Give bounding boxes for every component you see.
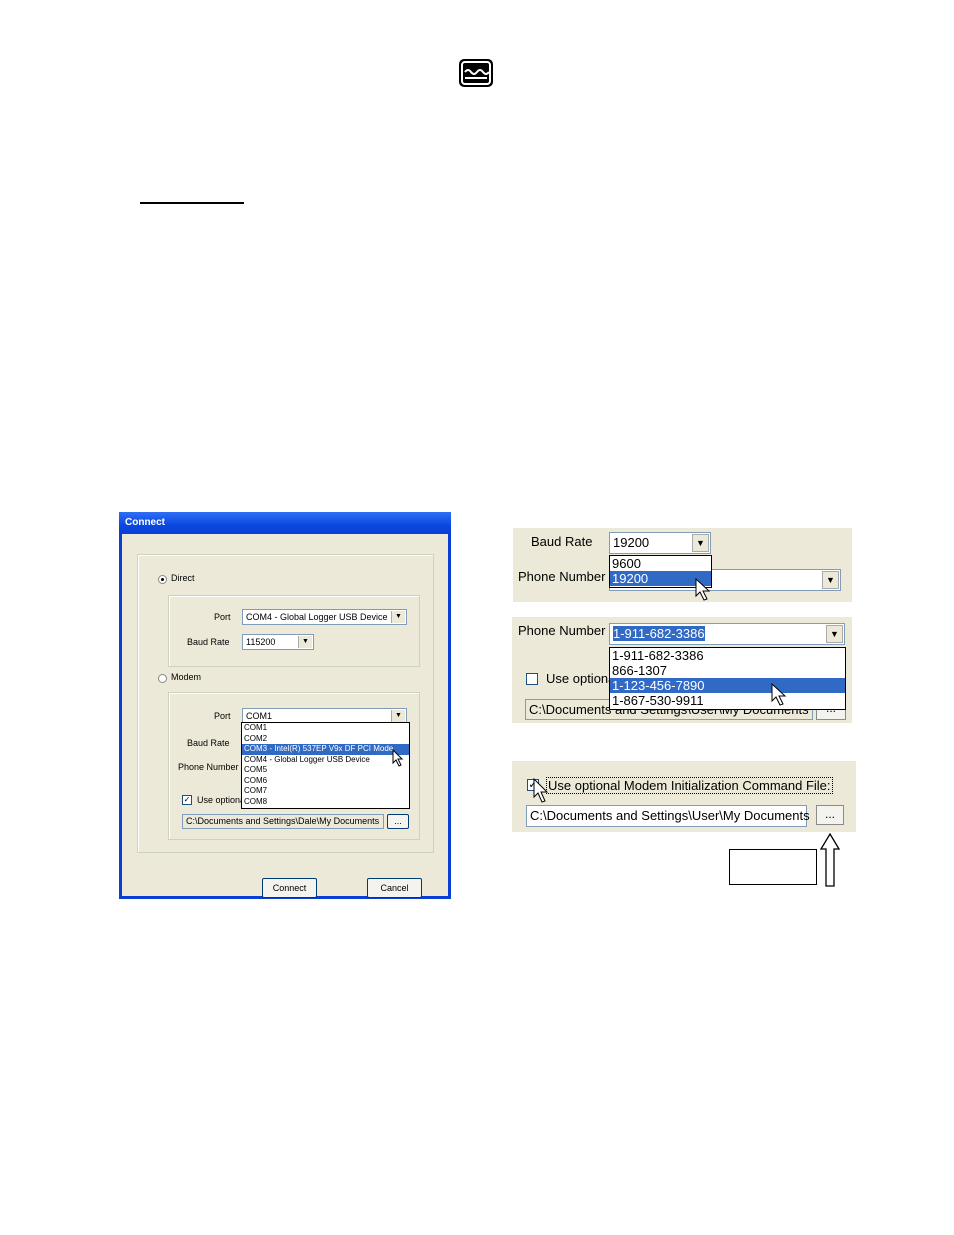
baud-rate-value: 19200 [613, 535, 650, 550]
cancel-button[interactable]: Cancel [367, 878, 422, 898]
phone-number-panel: Phone Number 1-911-682-3386 ▼ Use option… [512, 617, 852, 723]
modem-port-value: COM1 [246, 711, 273, 721]
direct-port-label: Port [214, 612, 231, 622]
list-item-selected[interactable]: 1-123-456-7890 [610, 678, 845, 693]
list-item[interactable]: COM7 [242, 786, 409, 797]
mouse-pointer-icon [533, 778, 549, 803]
list-item[interactable]: 866-1307 [610, 663, 845, 678]
direct-radio[interactable] [158, 575, 167, 584]
optional-label: Use optional [197, 795, 242, 805]
direct-group [168, 595, 420, 667]
phone-number-select[interactable]: 1-911-682-3386 ▼ [609, 623, 845, 645]
modem-path-field[interactable]: C:\Documents and Settings\Dale\My Docume… [182, 814, 384, 829]
baud-rate-label: Baud Rate [531, 534, 593, 549]
chevron-down-icon[interactable]: ▼ [822, 571, 839, 589]
direct-baud-label: Baud Rate [187, 637, 230, 647]
modem-browse-button[interactable]: ... [387, 814, 409, 829]
modem-path-value: C:\Documents and Settings\Dale\My Docume… [186, 816, 380, 826]
direct-label: Direct [171, 573, 195, 583]
modem-port-dropdown[interactable]: COM1 COM2 COM3 - Intel(R) 537EP V9x DF P… [241, 722, 410, 809]
dialog-title-bar: Connect [119, 512, 451, 534]
list-item[interactable]: COM6 [242, 776, 409, 787]
modem-baud-label: Baud Rate [187, 738, 230, 748]
list-item[interactable]: COM1 [242, 723, 409, 734]
init-path-field[interactable]: C:\Documents and Settings\User\My Docume… [526, 805, 810, 827]
connect-button[interactable]: Connect [262, 878, 317, 898]
baud-rate-panel: Baud Rate 19200 ▼ Phone Number ▼ 9600 19… [513, 528, 852, 602]
list-item[interactable]: 9600 [610, 556, 711, 571]
init-browse-button[interactable]: ... [816, 805, 844, 825]
list-item[interactable]: 1-911-682-3386 [610, 648, 845, 663]
water-wave-logo-icon [459, 59, 493, 87]
chevron-down-icon[interactable]: ▼ [298, 636, 312, 648]
init-file-panel: ✓ Use optional Modem Initialization Comm… [512, 761, 856, 832]
mouse-pointer-icon [771, 683, 787, 706]
modem-radio[interactable] [158, 674, 167, 683]
section-heading-underline [140, 202, 244, 204]
arrow-up-icon [820, 833, 840, 887]
direct-baud-value: 115200 [246, 637, 276, 647]
modem-port-label: Port [214, 711, 231, 721]
list-item[interactable]: COM8 [242, 797, 409, 808]
chevron-down-icon[interactable]: ▼ [391, 710, 405, 722]
chevron-down-icon[interactable]: ▼ [692, 534, 709, 552]
direct-baud-select[interactable]: 115200 ▼ [242, 634, 314, 650]
mouse-pointer-icon [392, 749, 404, 767]
phone-number-label: Phone Number [518, 569, 606, 584]
init-file-label: Use optional Modem Initialization Comman… [546, 777, 833, 794]
direct-port-select[interactable]: COM4 - Global Logger USB Device ▼ [242, 609, 407, 625]
mouse-pointer-icon [695, 578, 711, 601]
dialog-body: Direct Port COM4 - Global Logger USB Dev… [122, 534, 448, 898]
phone-number-value: 1-911-682-3386 [613, 626, 705, 641]
modem-phone-label: Phone Number [178, 762, 239, 772]
baud-rate-select[interactable]: 19200 ▼ [609, 532, 711, 554]
optional-checkbox[interactable] [526, 673, 538, 685]
list-item[interactable]: COM2 [242, 734, 409, 745]
dialog-title: Connect [125, 517, 165, 528]
optional-label: Use optiona [546, 671, 616, 686]
phone-number-label: Phone Number [518, 623, 606, 638]
callout-box [729, 849, 817, 885]
list-item-selected[interactable]: COM3 - Intel(R) 537EP V9x DF PCI Mode [242, 744, 409, 755]
optional-checkbox[interactable]: ✓ [182, 795, 192, 805]
list-item[interactable]: COM5 [242, 765, 409, 776]
chevron-down-icon[interactable]: ▼ [391, 611, 405, 623]
chevron-down-icon[interactable]: ▼ [826, 625, 843, 643]
direct-port-value: COM4 - Global Logger USB Device [246, 612, 388, 622]
phone-number-dropdown[interactable]: 1-911-682-3386 866-1307 1-123-456-7890 1… [609, 647, 846, 710]
modem-label: Modem [171, 672, 202, 682]
connect-dialog: Connect Direct Port COM4 - Global Logger… [119, 512, 451, 899]
list-item[interactable]: 1-867-530-9911 [610, 693, 845, 708]
list-item[interactable]: COM4 - Global Logger USB Device [242, 755, 409, 766]
init-path-value: C:\Documents and Settings\User\My Docume… [530, 808, 810, 823]
